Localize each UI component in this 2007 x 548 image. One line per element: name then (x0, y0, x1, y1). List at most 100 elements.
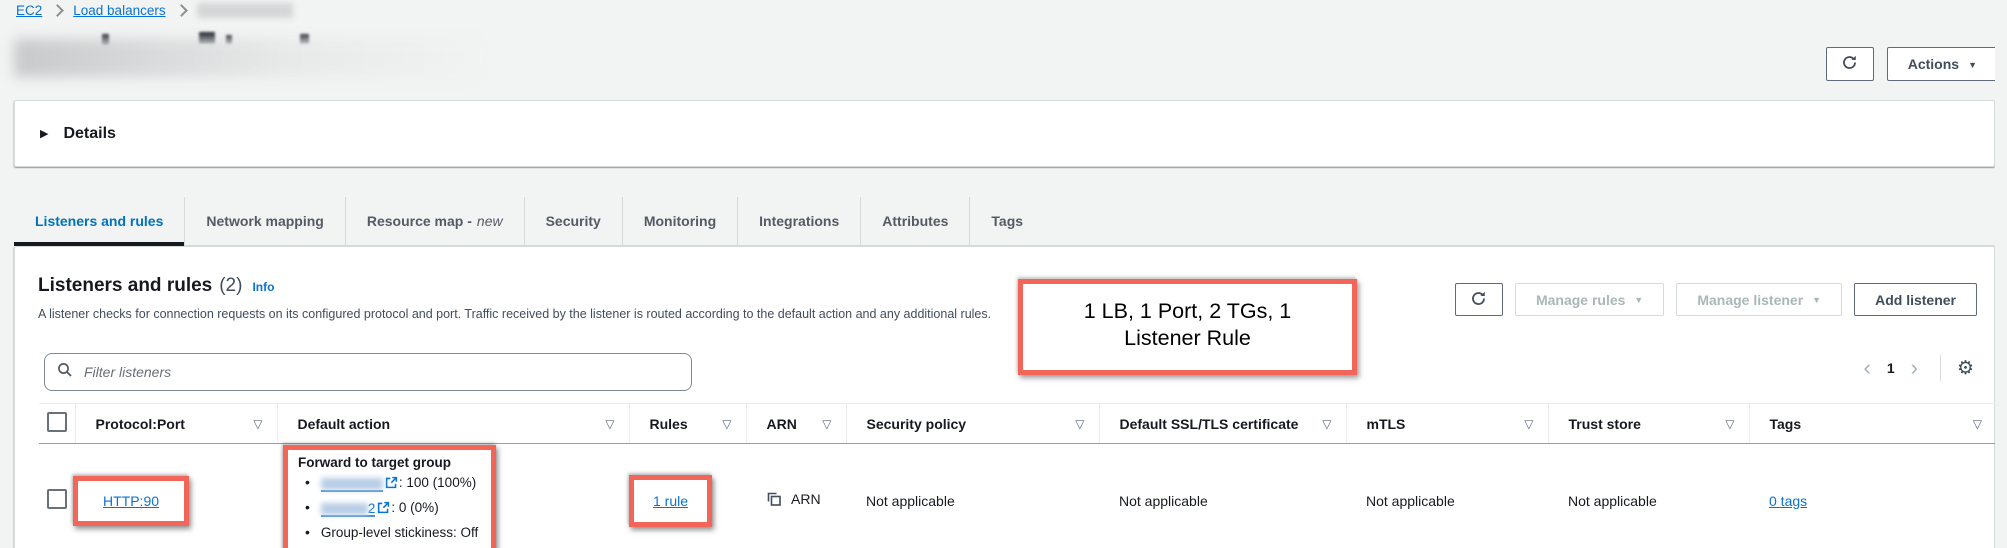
tab-tags[interactable]: Tags (969, 197, 1044, 245)
search-icon (57, 362, 73, 383)
panel-title: Listeners and rules (38, 275, 212, 297)
select-all-header (39, 404, 75, 444)
next-page-chevron-icon[interactable]: › (1905, 357, 1924, 379)
details-section[interactable]: ▶ Details (14, 100, 1995, 167)
caret-down-icon: ▼ (1812, 296, 1821, 305)
tab-integrations[interactable]: Integrations (737, 197, 860, 245)
column-header-mtls[interactable]: mTLS▽ (1346, 404, 1548, 444)
annotation-box-default-action: Forward to target group : 100 (100%) 2: … (283, 445, 496, 548)
sort-icon: ▽ (1725, 417, 1734, 431)
listener-row: HTTP:90 Forward to target group : 100 (1… (39, 444, 1996, 548)
column-label: Protocol:Port (96, 416, 185, 432)
caret-down-icon: ▼ (1968, 61, 1977, 70)
column-header-trust-store[interactable]: Trust store ▽ (1548, 404, 1749, 444)
annotation-box-rules: 1 rule (629, 475, 712, 527)
select-all-checkbox[interactable] (47, 412, 67, 432)
trust-store-cell: Not applicable (1548, 444, 1749, 548)
page-title-redacted (14, 30, 484, 78)
sort-icon: ▽ (605, 417, 614, 431)
actions-button[interactable]: Actions ▼ (1887, 47, 1998, 81)
breadcrumb: EC2 Load balancers (16, 3, 293, 18)
breadcrumb-redacted-item (197, 3, 293, 18)
refresh-table-button[interactable] (1455, 283, 1503, 316)
info-link[interactable]: Info (252, 280, 274, 294)
column-label: mTLS (1367, 416, 1406, 432)
tab-security[interactable]: Security (524, 197, 622, 245)
manage-rules-label: Manage rules (1536, 292, 1625, 308)
ssl-certificate-cell: Not applicable (1099, 444, 1346, 548)
filter-listeners-field (44, 353, 692, 391)
panel-header: Listeners and rules (2) Info A listener … (38, 275, 991, 321)
column-header-ssl-certificate[interactable]: Default SSL/TLS certificate ▽ (1099, 404, 1346, 444)
tab-monitoring[interactable]: Monitoring (622, 197, 737, 245)
manage-rules-button[interactable]: Manage rules ▼ (1515, 283, 1664, 316)
listener-count: (2) (219, 275, 242, 297)
tab-listeners-and-rules[interactable]: Listeners and rules (14, 197, 184, 245)
row-checkbox[interactable] (47, 489, 67, 509)
column-header-security-policy[interactable]: Security policy ▽ (846, 404, 1099, 444)
redaction-blur (14, 39, 476, 77)
panel-toolbar: Manage rules ▼ Manage listener ▼ Add lis… (1455, 283, 1977, 316)
column-label: Security policy (867, 416, 967, 432)
sort-icon: ▽ (1322, 417, 1331, 431)
column-label: Default action (298, 416, 391, 432)
external-link-icon (377, 502, 390, 517)
target-group-item: 2: 0 (0%) (305, 496, 478, 521)
tab-attributes[interactable]: Attributes (860, 197, 969, 245)
target-group-link-redacted[interactable]: 2 (321, 503, 376, 517)
gear-icon[interactable]: ⚙ (1957, 359, 1974, 378)
tab-label: Security (546, 213, 601, 229)
sort-icon: ▽ (822, 417, 831, 431)
target-group-item: : 100 (100%) (305, 471, 478, 496)
breadcrumb-link-ec2[interactable]: EC2 (16, 3, 42, 18)
column-header-default-action[interactable]: Default action ▽ (277, 404, 629, 444)
add-listener-button[interactable]: Add listener (1854, 283, 1977, 316)
target-weight: : 100 (100%) (399, 475, 476, 490)
column-header-tags[interactable]: Tags▽ (1749, 404, 1996, 444)
manage-listener-button[interactable]: Manage listener ▼ (1676, 283, 1842, 316)
row-select-cell (39, 444, 75, 548)
page-gutter (1995, 0, 2007, 548)
add-listener-label: Add listener (1875, 292, 1956, 308)
target-group-link-redacted[interactable] (321, 478, 383, 492)
page-number[interactable]: 1 (1881, 360, 1901, 376)
column-header-rules[interactable]: Rules▽ (629, 404, 746, 444)
details-label: Details (63, 125, 115, 143)
chevron-right-icon (51, 4, 64, 17)
filter-listeners-input[interactable] (82, 363, 679, 381)
column-header-protocol-port[interactable]: Protocol:Port ▽ (75, 404, 277, 444)
panel-description: A listener checks for connection request… (38, 307, 991, 321)
refresh-button[interactable] (1826, 47, 1874, 81)
sort-icon: ▽ (253, 417, 262, 431)
copy-arn-button[interactable] (766, 491, 782, 510)
listeners-table: Protocol:Port▽ Default action▽ Rules▽ AR… (39, 403, 1996, 548)
ec2-load-balancer-listeners-page: EC2 Load balancers Actions ▼ ▶ Details L… (0, 0, 2007, 548)
tab-label: Monitoring (644, 213, 716, 229)
tags-cell: 0 tags (1749, 444, 1996, 548)
expand-triangle-icon: ▶ (40, 127, 48, 140)
column-header-arn[interactable]: ARN▽ (746, 404, 846, 444)
annotation-line: Listener Rule (1023, 325, 1352, 352)
annotation-box-protocol: HTTP:90 (73, 476, 189, 526)
column-label: Trust store (1569, 416, 1641, 432)
security-policy-cell: Not applicable (846, 444, 1099, 548)
tab-network-mapping[interactable]: Network mapping (184, 197, 344, 245)
column-label: Default SSL/TLS certificate (1120, 416, 1299, 432)
breadcrumb-link-load-balancers[interactable]: Load balancers (73, 3, 165, 18)
sort-icon: ▽ (1075, 417, 1084, 431)
tab-resource-map[interactable]: Resource map -new (345, 197, 524, 245)
annotation-note: 1 LB, 1 Port, 2 TGs, 1 Listener Rule (1018, 279, 1357, 375)
pagination: ‹ 1 › ⚙ (1858, 355, 1975, 381)
listeners-and-rules-panel: Listeners and rules (2) Info A listener … (14, 246, 1995, 548)
previous-page-chevron-icon[interactable]: ‹ (1858, 357, 1877, 379)
tags-link[interactable]: 0 tags (1769, 493, 1807, 509)
refresh-icon (1841, 54, 1858, 74)
arn-label: ARN (791, 491, 821, 507)
listener-link[interactable]: HTTP:90 (103, 493, 159, 509)
column-label: Rules (650, 416, 688, 432)
tab-label: Listeners and rules (35, 213, 163, 229)
new-badge: new (477, 213, 503, 229)
tab-label: Attributes (882, 213, 948, 229)
divider (1940, 355, 1941, 381)
rules-link[interactable]: 1 rule (653, 493, 688, 509)
